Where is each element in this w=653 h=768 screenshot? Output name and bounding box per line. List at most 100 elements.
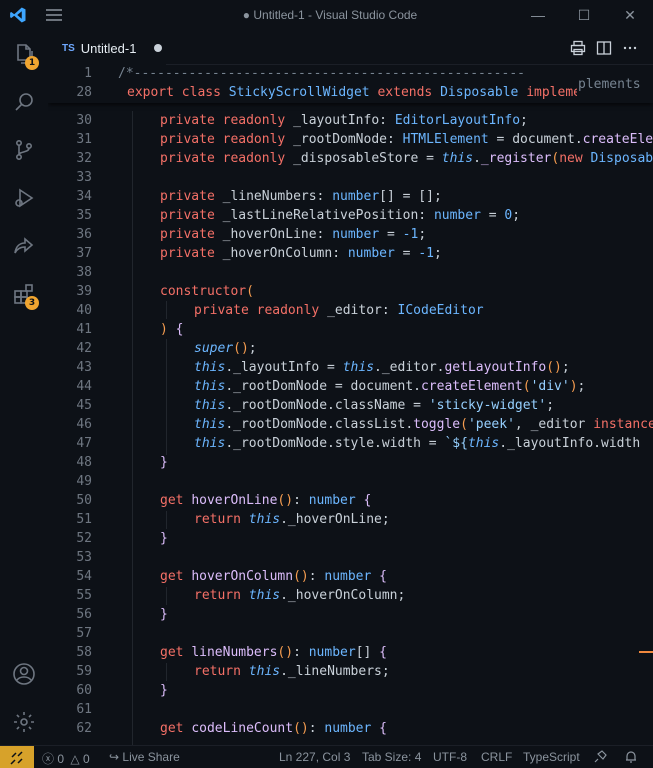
menu-icon[interactable] — [36, 0, 72, 30]
indent-guide — [132, 111, 133, 745]
problems-indicator[interactable]: ⓧ 0 △ 0 — [42, 750, 90, 767]
code-line-32[interactable]: private readonly _disposableStore = this… — [160, 151, 653, 166]
indent-guide — [166, 587, 167, 605]
line-number: 48 — [76, 455, 92, 470]
warning-count: 0 — [82, 752, 90, 766]
line-number: 34 — [76, 189, 92, 204]
tab-label: Untitled-1 — [80, 40, 137, 56]
code-line-54[interactable]: get hoverOnColumn(): number { — [160, 569, 387, 584]
live-share-status[interactable]: ↪ Live Share — [109, 750, 180, 764]
line-number: 1 — [84, 66, 92, 81]
line-number: 43 — [76, 360, 92, 375]
encoding[interactable]: UTF-8 — [433, 750, 467, 764]
code-line-60[interactable]: } — [160, 683, 168, 698]
code-editor[interactable]: 1 /*------------------------------------… — [48, 65, 653, 745]
code-line-56[interactable]: } — [160, 607, 168, 622]
indent-guide — [166, 511, 167, 529]
line-number: 41 — [76, 322, 92, 337]
indent-guide — [166, 339, 167, 455]
unsaved-dot-icon[interactable] — [154, 44, 163, 52]
code-line-39[interactable]: constructor( — [160, 284, 254, 299]
code-line-36[interactable]: private _hoverOnLine: number = -1; — [160, 227, 426, 242]
split-editor-icon[interactable] — [594, 38, 614, 58]
code-line-42[interactable]: super(); — [194, 341, 257, 356]
vscode-logo-icon — [0, 0, 36, 30]
live-share-icon[interactable] — [0, 222, 48, 270]
line-number: 31 — [76, 132, 92, 147]
warning-icon: △ — [70, 752, 80, 766]
activity-bar: 1 3 — [0, 30, 48, 745]
code-line-62[interactable]: get codeLineCount(): number { — [160, 721, 387, 736]
line-number: 37 — [76, 246, 92, 261]
line-number: 36 — [76, 227, 92, 242]
line-number: 60 — [76, 683, 92, 698]
source-control-icon[interactable] — [0, 126, 48, 174]
code-line-43[interactable]: this._layoutInfo = this._editor.getLayou… — [194, 360, 570, 375]
code-line-46[interactable]: this._rootDomNode.classList.toggle('peek… — [194, 417, 653, 432]
code-line-30[interactable]: private readonly _layoutInfo: EditorLayo… — [160, 113, 528, 128]
status-bar: ⓧ 0 △ 0 ↪ Live Share Ln 227, Col 3 Tab S… — [0, 745, 653, 768]
line-number: 47 — [76, 436, 92, 451]
settings-gear-icon[interactable] — [0, 698, 48, 746]
code-line-47[interactable]: this._rootDomNode.style.width = `${this.… — [194, 436, 653, 451]
line-number: 58 — [76, 645, 92, 660]
language-mode[interactable]: TypeScript — [523, 750, 580, 764]
error-icon: ⓧ — [42, 752, 55, 766]
line-number: 55 — [76, 588, 92, 603]
code-line-40[interactable]: private readonly _editor: ICodeEditor — [194, 303, 484, 318]
tab-size[interactable]: Tab Size: 4 — [362, 750, 421, 764]
extensions-icon[interactable]: 3 — [0, 270, 48, 318]
line-number: 56 — [76, 607, 92, 622]
remote-indicator-icon[interactable] — [0, 746, 34, 768]
line-number: 50 — [76, 493, 92, 508]
code-line-37[interactable]: private _hoverOnColumn: number = -1; — [160, 246, 442, 261]
indent-guide — [166, 663, 167, 681]
code-line-34[interactable]: private _lineNumbers: number[] = []; — [160, 189, 442, 204]
line-number: 42 — [76, 341, 92, 356]
feedback-icon[interactable] — [593, 750, 607, 767]
notifications-bell-icon[interactable] — [624, 750, 638, 767]
line-number: 28 — [76, 85, 92, 100]
code-line-48[interactable]: } — [160, 455, 168, 470]
code-line-58[interactable]: get lineNumbers(): number[] { — [160, 645, 387, 660]
line-number: 32 — [76, 151, 92, 166]
indent-guide — [166, 301, 167, 319]
end-of-line[interactable]: CRLF — [481, 750, 512, 764]
run-debug-icon[interactable] — [0, 174, 48, 222]
minimize-button[interactable]: — — [515, 0, 561, 30]
line-number: 38 — [76, 265, 92, 280]
code-line-52[interactable]: } — [160, 531, 168, 546]
sticky-line-28[interactable]: export class StickyScrollWidget extends … — [127, 85, 577, 100]
scrollbar-marker[interactable] — [639, 651, 653, 653]
line-number: 45 — [76, 398, 92, 413]
tab-bar: TS Untitled-1 — [48, 30, 653, 65]
code-line-41[interactable]: ) { — [160, 322, 183, 337]
cursor-position[interactable]: Ln 227, Col 3 — [279, 750, 350, 764]
maximize-button[interactable]: ☐ — [561, 0, 607, 30]
search-icon[interactable] — [0, 78, 48, 126]
code-line-45[interactable]: this._rootDomNode.className = 'sticky-wi… — [194, 398, 554, 413]
window-title: ● Untitled-1 - Visual Studio Code — [242, 8, 418, 22]
code-line-50[interactable]: get hoverOnLine(): number { — [160, 493, 371, 508]
tab-untitled-1[interactable]: TS Untitled-1 — [48, 30, 166, 65]
code-line-55[interactable]: return this._hoverOnColumn; — [194, 588, 405, 603]
code-line-51[interactable]: return this._hoverOnLine; — [194, 512, 390, 527]
account-icon[interactable] — [0, 650, 48, 698]
code-line-35[interactable]: private _lastLineRelativePosition: numbe… — [160, 208, 520, 223]
code-line-59[interactable]: return this._lineNumbers; — [194, 664, 390, 679]
close-button[interactable]: ✕ — [607, 0, 653, 30]
line-number: 46 — [76, 417, 92, 432]
explorer-badge: 1 — [25, 56, 39, 70]
code-line-44[interactable]: this._rootDomNode = document.createEleme… — [194, 379, 585, 394]
error-count: 0 — [57, 752, 65, 766]
line-number: 62 — [76, 721, 92, 736]
sticky-line-1[interactable]: /*--------------------------------------… — [118, 66, 578, 81]
line-number: 53 — [76, 550, 92, 565]
sticky-scroll-header[interactable]: 1 /*------------------------------------… — [48, 65, 653, 103]
line-number: 49 — [76, 474, 92, 489]
more-actions-icon[interactable] — [620, 38, 640, 58]
line-number: 59 — [76, 664, 92, 679]
print-icon[interactable] — [568, 38, 588, 58]
code-line-31[interactable]: private readonly _rootDomNode: HTMLEleme… — [160, 132, 653, 147]
explorer-icon[interactable]: 1 — [0, 30, 48, 78]
